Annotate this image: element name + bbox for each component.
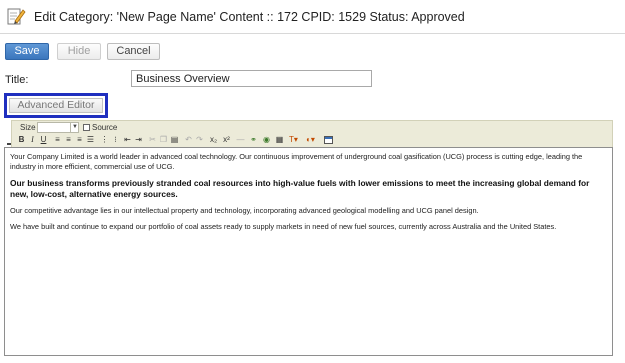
superscript-icon[interactable]: x² — [222, 135, 231, 145]
cut-icon[interactable]: ✂ — [148, 135, 157, 145]
bold-icon[interactable]: B — [17, 135, 26, 145]
redo-icon[interactable]: ↷ — [195, 135, 204, 145]
paste-icon[interactable]: ▤ — [170, 135, 179, 145]
image-icon[interactable]: ◉ — [262, 135, 271, 145]
size-label: Size — [20, 123, 36, 132]
subscript-icon[interactable]: x₂ — [209, 135, 218, 145]
page-header: Edit Category: 'New Page Name' Content :… — [0, 0, 625, 34]
source-label: Source — [92, 123, 118, 132]
advanced-editor-highlight: Advanced Editor — [4, 93, 108, 118]
ordered-list-icon[interactable]: ⋮ — [100, 135, 109, 145]
save-button[interactable]: Save — [5, 43, 49, 60]
horizontal-rule-icon[interactable]: — — [236, 135, 245, 145]
align-center-icon[interactable]: ≡ — [64, 135, 73, 145]
cancel-button[interactable]: Cancel — [107, 43, 160, 60]
background-color-icon[interactable]: ◐▾ — [306, 135, 315, 145]
undo-icon[interactable]: ↶ — [184, 135, 193, 145]
outdent-icon[interactable]: ⇤ — [123, 135, 132, 145]
table-icon[interactable]: ▦ — [275, 135, 284, 145]
hide-button[interactable]: Hide — [57, 43, 101, 60]
justify-icon[interactable]: ☰ — [86, 135, 95, 145]
italic-icon[interactable]: I — [28, 135, 37, 145]
source-icon — [83, 124, 90, 131]
editor-paragraph: We have built and continue to expand our… — [10, 222, 557, 231]
link-icon[interactable]: ⚭ — [249, 135, 258, 145]
editor-paragraph: Our competitive advantage lies in our in… — [10, 206, 479, 215]
title-label: Title: — [5, 74, 29, 86]
rich-text-editor-area[interactable]: Your Company Limited is a world leader i… — [4, 147, 613, 356]
source-button[interactable]: Source — [83, 122, 117, 133]
unordered-list-icon[interactable]: ⁝ — [111, 135, 120, 145]
title-input[interactable] — [131, 70, 372, 87]
text-color-icon[interactable]: T▾ — [289, 135, 298, 145]
editor-paragraph: Your Company Limited is a world leader i… — [10, 152, 583, 171]
edit-page-icon — [7, 8, 26, 25]
advanced-editor-button[interactable]: Advanced Editor — [9, 98, 103, 113]
chevron-down-icon[interactable]: ▼ — [70, 122, 79, 133]
header-divider — [0, 33, 625, 34]
copy-icon[interactable]: ❐ — [159, 135, 168, 145]
editor-paragraph-bold: Our business transforms previously stran… — [10, 178, 590, 199]
editor-toolbar: Size ▼ Source B I U ≡ ≡ ≡ ☰ ⋮ ⁝ ⇤ ⇥ ✂ ❐ … — [11, 120, 613, 147]
underline-icon[interactable]: U — [39, 135, 48, 145]
align-right-icon[interactable]: ≡ — [75, 135, 84, 145]
align-left-icon[interactable]: ≡ — [53, 135, 62, 145]
indent-icon[interactable]: ⇥ — [134, 135, 143, 145]
page-title: Edit Category: 'New Page Name' Content :… — [34, 10, 465, 24]
maximize-icon[interactable] — [324, 136, 333, 144]
toolbar-row-top: Size ▼ Source — [12, 122, 612, 134]
